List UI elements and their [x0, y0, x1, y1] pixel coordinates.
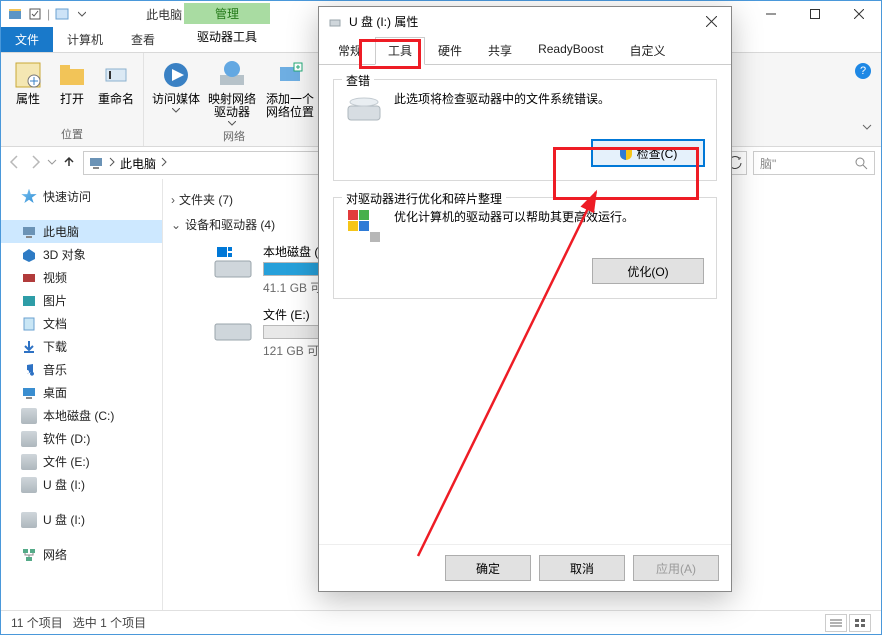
nav-documents[interactable]: 文档 [1, 312, 162, 335]
view-large-button[interactable] [849, 614, 871, 632]
dialog-close-button[interactable] [697, 10, 725, 32]
dialog-body: 查错 此选项将检查驱动器中的文件系统错误。 检查(C) 对驱动器进行优化和碎片整… [319, 65, 731, 544]
ribbon-access-media-label: 访问媒体 [152, 93, 200, 106]
error-check-legend: 查错 [342, 72, 374, 89]
nav-local-disk-c[interactable]: 本地磁盘 (C:) [1, 404, 162, 427]
optimize-desc: 优化计算机的驱动器可以帮助其更高效运行。 [394, 208, 704, 225]
view-details-button[interactable] [825, 614, 847, 632]
error-check-group: 查错 此选项将检查驱动器中的文件系统错误。 检查(C) [333, 79, 717, 181]
nav-quick-access[interactable]: 快速访问 [1, 185, 162, 208]
search-input[interactable]: 脑" [753, 151, 875, 175]
nav-this-pc[interactable]: 此电脑 [1, 220, 162, 243]
maximize-button[interactable] [793, 4, 837, 24]
ribbon-group-location: 位置 [7, 124, 137, 142]
status-selected: 选中 1 个项目 [73, 614, 146, 631]
tab-readyboost[interactable]: ReadyBoost [525, 37, 616, 65]
nav-software-d[interactable]: 软件 (D:) [1, 427, 162, 450]
dropdown-icon [172, 108, 180, 113]
tab-customize[interactable]: 自定义 [616, 37, 678, 65]
contextual-header: 管理 [184, 3, 270, 24]
contextual-tab-group: 管理 驱动器工具 [184, 3, 270, 51]
tab-computer[interactable]: 计算机 [53, 27, 117, 52]
nav-back-button[interactable] [7, 154, 23, 173]
pc-icon [88, 155, 104, 171]
explorer-title: 此电脑 [146, 6, 182, 23]
drive-check-icon [346, 90, 382, 126]
apply-button[interactable]: 应用(A) [633, 555, 719, 581]
check-button[interactable]: 检查(C) [592, 140, 704, 166]
nav-usb-i-1[interactable]: U 盘 (I:) [1, 473, 162, 496]
optimize-group: 对驱动器进行优化和碎片整理 优化计算机的驱动器可以帮助其更高效运行。 优化(O) [333, 197, 717, 299]
tab-tools[interactable]: 工具 [375, 37, 425, 65]
search-placeholder: 脑" [760, 155, 776, 172]
shield-icon [619, 146, 633, 160]
nav-downloads[interactable]: 下载 [1, 335, 162, 358]
tab-general[interactable]: 常规 [325, 37, 375, 65]
nav-history-dropdown[interactable] [47, 156, 57, 170]
dialog-footer: 确定 取消 应用(A) [319, 544, 731, 591]
system-menu-icon[interactable] [7, 6, 23, 22]
search-icon [854, 156, 868, 170]
breadcrumb-chevron-icon[interactable] [160, 156, 168, 170]
cancel-button[interactable]: 取消 [539, 555, 625, 581]
ribbon-map-drive-label: 映射网络 驱动器 [208, 93, 256, 119]
nav-music[interactable]: 音乐 [1, 358, 162, 381]
ribbon-group-network: 网络 [150, 126, 318, 144]
breadcrumb-chevron-icon[interactable] [108, 156, 116, 170]
usb-icon [327, 13, 343, 29]
nav-videos[interactable]: 视频 [1, 266, 162, 289]
nav-up-button[interactable] [61, 154, 77, 173]
nav-network[interactable]: 网络 [1, 543, 162, 566]
ribbon-properties[interactable]: 属性 [7, 57, 49, 124]
nav-forward-button[interactable] [27, 154, 43, 173]
ribbon-rename[interactable]: 重命名 [95, 57, 137, 124]
properties-dialog: U 盘 (I:) 属性 常规 工具 硬件 共享 ReadyBoost 自定义 查… [318, 6, 732, 592]
nav-files-e[interactable]: 文件 (E:) [1, 450, 162, 473]
nav-usb-i-2[interactable]: U 盘 (I:) [1, 508, 162, 531]
status-bar: 11 个项目 选中 1 个项目 [1, 610, 881, 634]
dialog-title: U 盘 (I:) 属性 [349, 13, 697, 30]
drive-icon [213, 243, 253, 283]
dialog-titlebar: U 盘 (I:) 属性 [319, 7, 731, 35]
nav-desktop[interactable]: 桌面 [1, 381, 162, 404]
ribbon-open-label: 打开 [60, 93, 84, 106]
nav-3d-objects[interactable]: 3D 对象 [1, 243, 162, 266]
ribbon-add-location-label: 添加一个 网络位置 [266, 93, 314, 119]
minimize-button[interactable] [749, 4, 793, 24]
tab-view[interactable]: 查看 [117, 27, 169, 52]
ribbon-properties-label: 属性 [16, 93, 40, 106]
ribbon-access-media[interactable]: 访问媒体 [150, 57, 202, 126]
ribbon-open[interactable]: 打开 [51, 57, 93, 124]
help-icon[interactable]: ? [855, 63, 871, 79]
drive-icon [213, 306, 253, 346]
ribbon-rename-label: 重命名 [98, 93, 134, 106]
title-text: 此电脑 [146, 6, 182, 23]
ribbon-add-location[interactable]: 添加一个 网络位置 [262, 57, 318, 126]
ok-button[interactable]: 确定 [445, 555, 531, 581]
optimize-legend: 对驱动器进行优化和碎片整理 [342, 190, 506, 207]
dialog-tabs: 常规 工具 硬件 共享 ReadyBoost 自定义 [319, 37, 731, 65]
navigation-pane: 快速访问 此电脑 3D 对象 视频 图片 文档 下载 音乐 桌面 本地磁盘 (C… [1, 179, 163, 610]
qat-properties-icon[interactable] [54, 6, 70, 22]
tab-file[interactable]: 文件 [1, 27, 53, 52]
tab-hardware[interactable]: 硬件 [425, 37, 475, 65]
tab-sharing[interactable]: 共享 [475, 37, 525, 65]
error-check-desc: 此选项将检查驱动器中的文件系统错误。 [394, 90, 704, 107]
optimize-button[interactable]: 优化(O) [592, 258, 704, 284]
defrag-icon [346, 208, 382, 244]
breadcrumb-this-pc[interactable]: 此电脑 [120, 155, 156, 172]
ribbon-map-drive[interactable]: 映射网络 驱动器 [204, 57, 260, 126]
ribbon-collapse-icon[interactable] [861, 121, 873, 136]
status-item-count: 11 个项目 [11, 614, 63, 631]
nav-pictures[interactable]: 图片 [1, 289, 162, 312]
qat-dropdown-icon[interactable] [74, 6, 90, 22]
close-button[interactable] [837, 4, 881, 24]
tab-drive-tools[interactable]: 驱动器工具 [184, 24, 270, 51]
qat-pin-icon[interactable] [27, 6, 43, 22]
